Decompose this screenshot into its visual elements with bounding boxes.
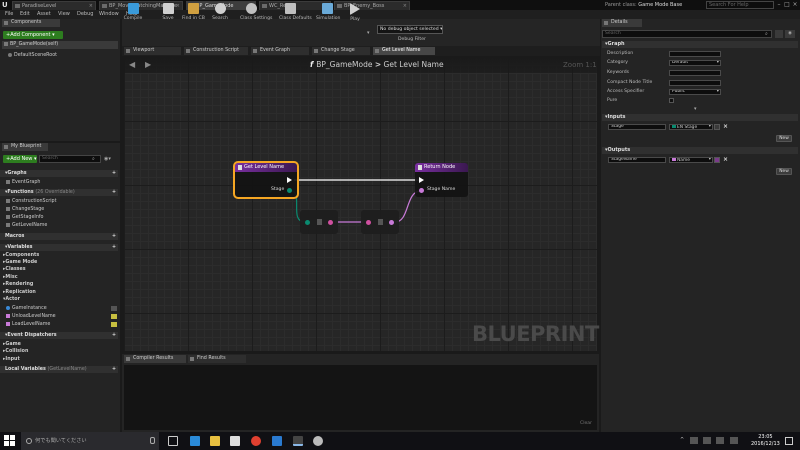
stage-output-pin[interactable] <box>287 188 292 193</box>
chevron-down-icon: ▾ <box>716 60 719 65</box>
enum-to-string-node[interactable] <box>300 210 338 234</box>
app-task-icon[interactable] <box>313 436 323 446</box>
volume-icon[interactable] <box>703 437 711 444</box>
input-name-field[interactable]: Stage <box>608 124 666 130</box>
remove-input-icon[interactable]: × <box>723 123 728 130</box>
chevron-down-icon: ▾ <box>708 157 711 162</box>
stage-pin-label: Stage <box>271 187 285 192</box>
keywords-input[interactable] <box>669 70 721 76</box>
chrome-icon[interactable] <box>251 436 261 446</box>
chevron-down-icon: ▾ <box>708 124 711 129</box>
stage-name-input-pin[interactable] <box>419 188 424 193</box>
description-input[interactable] <box>669 51 721 57</box>
store-icon[interactable] <box>230 436 240 446</box>
string-to-name-node[interactable] <box>361 210 399 234</box>
prop-label-access-specifier: Access Specifier <box>607 89 645 94</box>
details-tab[interactable]: Details <box>602 19 642 27</box>
function-icon <box>418 165 422 170</box>
details-inputs-section[interactable]: ▾Inputs <box>602 114 798 121</box>
task-view-icon[interactable] <box>168 436 178 446</box>
file-explorer-icon[interactable] <box>210 436 220 446</box>
chevron-down-icon: ▾ <box>716 89 719 94</box>
advanced-expand-icon[interactable]: ▾ <box>694 106 697 112</box>
action-center-icon[interactable] <box>785 437 793 445</box>
new-input-button[interactable]: New <box>776 135 792 142</box>
details-outputs-section[interactable]: ▾Outputs <box>602 147 798 154</box>
exec-output-pin[interactable] <box>287 177 292 183</box>
start-tile <box>10 441 15 446</box>
edge-icon[interactable] <box>190 436 200 446</box>
name-type-icon <box>672 158 676 161</box>
details-graph-section[interactable]: ▾Graph <box>602 41 798 48</box>
keyboard-icon[interactable] <box>730 437 738 444</box>
start-tile <box>10 435 15 440</box>
convert-icon <box>317 219 322 225</box>
compiler-results-icon <box>126 357 130 361</box>
visual-studio-icon[interactable] <box>272 436 282 446</box>
new-output-button[interactable]: New <box>776 168 792 175</box>
start-tile <box>4 435 9 440</box>
array-toggle-icon[interactable] <box>714 157 720 163</box>
enum-input-pin[interactable] <box>305 220 310 225</box>
compiler-results-log <box>124 365 597 430</box>
prop-label-compact-node-title: Compact Node Title <box>607 80 653 85</box>
input-type-select[interactable]: EN Stage ▾ <box>669 124 713 130</box>
clear-button[interactable]: Clear <box>580 421 592 426</box>
return-node[interactable]: Return Node Stage Name <box>415 163 468 197</box>
unreal-engine-task-icon[interactable] <box>293 436 303 446</box>
windows-start-icon[interactable] <box>4 435 15 446</box>
prop-label-description: Description <box>607 51 634 56</box>
search-icon: ⌕ <box>765 31 768 37</box>
view-options-icon[interactable]: ◉ <box>785 30 795 38</box>
microphone-icon[interactable] <box>150 437 155 444</box>
prop-label-keywords: Keywords <box>607 70 630 75</box>
tray-chevron-icon[interactable]: ^ <box>680 437 684 443</box>
convert-icon <box>378 219 383 225</box>
exec-input-pin[interactable] <box>419 177 424 183</box>
taskbar-clock[interactable]: 23:05 2016/12/13 <box>751 434 780 448</box>
stage-name-pin-label: Stage Name <box>427 187 456 192</box>
cortana-icon <box>26 438 32 444</box>
access-specifier-select[interactable]: Public ▾ <box>669 89 721 95</box>
category-select[interactable]: Default ▾ <box>669 60 721 66</box>
prop-label-pure: Pure <box>607 98 618 103</box>
entry-node-header: Get Level Name <box>235 163 297 172</box>
start-tile <box>4 441 9 446</box>
string-input-pin[interactable] <box>366 220 371 225</box>
name-output-pin[interactable] <box>389 220 394 225</box>
output-type-select[interactable]: Name ▾ <box>669 157 713 163</box>
array-toggle-icon[interactable] <box>714 124 720 130</box>
pure-checkbox[interactable] <box>669 98 674 103</box>
entry-node-get-level-name[interactable]: Get Level Name Stage <box>233 161 299 199</box>
return-node-header: Return Node <box>415 163 468 172</box>
remove-output-icon[interactable]: × <box>723 156 728 163</box>
prop-label-category: Category <box>607 60 628 65</box>
string-output-pin[interactable] <box>328 220 333 225</box>
details-search-input[interactable]: Search <box>602 30 772 38</box>
tab-find-results[interactable]: Find Results <box>188 355 246 363</box>
ime-icon[interactable] <box>716 437 724 444</box>
taskbar-search-input[interactable]: 何でも聞いてください <box>21 432 159 450</box>
output-name-field[interactable]: StageName <box>608 157 666 163</box>
tab-compiler-results[interactable]: Compiler Results <box>124 355 186 363</box>
search-icon <box>190 357 194 361</box>
enum-type-icon <box>672 125 676 128</box>
network-icon[interactable] <box>690 437 698 444</box>
details-icon <box>604 21 608 25</box>
compact-node-title-input[interactable] <box>669 80 721 86</box>
property-matrix-icon[interactable] <box>775 30 783 38</box>
function-icon <box>238 165 242 170</box>
